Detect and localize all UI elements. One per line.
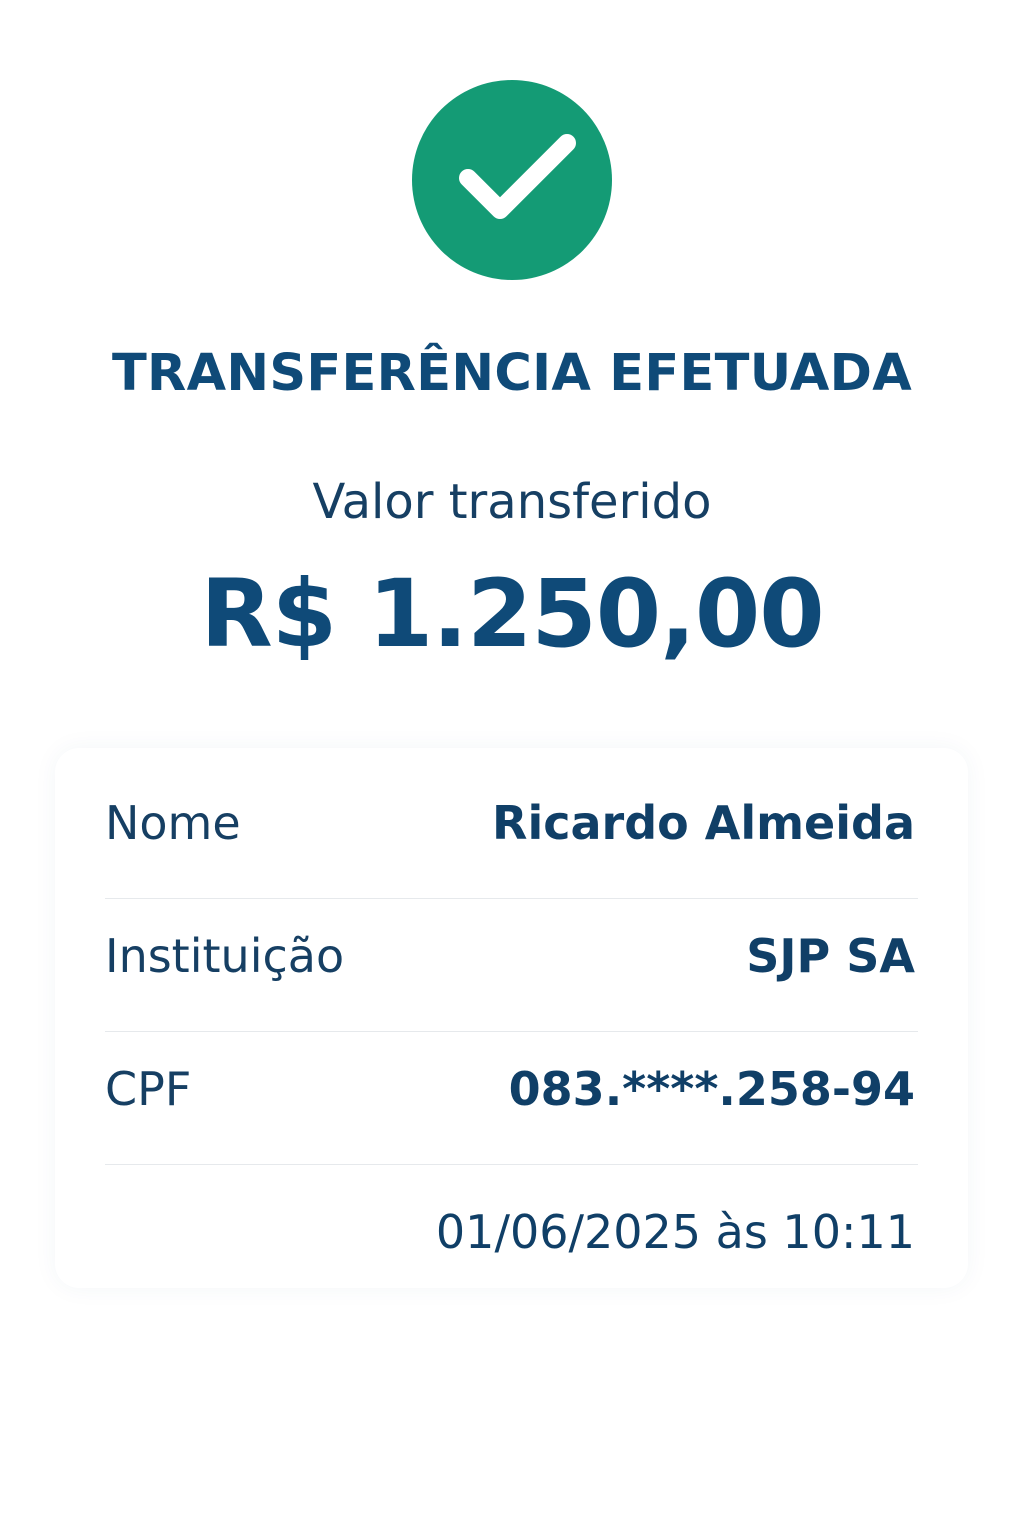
detail-row-cpf: CPF 083.****.258-94 bbox=[105, 1031, 918, 1165]
detail-row-name: Nome Ricardo Almeida bbox=[105, 765, 918, 899]
status-title: TRANSFERÊNCIA EFETUADA bbox=[111, 344, 913, 403]
transfer-details-card: Nome Ricardo Almeida Instituição SJP SA … bbox=[55, 748, 968, 1288]
institution-value: SJP SA bbox=[746, 929, 915, 983]
transfer-datetime: 01/06/2025 às 10:11 bbox=[435, 1205, 915, 1259]
success-check-icon bbox=[412, 80, 612, 280]
amount-value: R$ 1.250,00 bbox=[200, 560, 824, 669]
institution-label: Instituição bbox=[105, 929, 345, 983]
detail-row-institution: Instituição SJP SA bbox=[105, 898, 918, 1032]
cpf-label: CPF bbox=[105, 1062, 192, 1116]
checkmark-icon bbox=[459, 134, 576, 219]
name-value: Ricardo Almeida bbox=[492, 796, 915, 850]
cpf-value: 083.****.258-94 bbox=[508, 1062, 915, 1116]
name-label: Nome bbox=[105, 796, 241, 850]
amount-label: Valor transferido bbox=[312, 474, 712, 530]
